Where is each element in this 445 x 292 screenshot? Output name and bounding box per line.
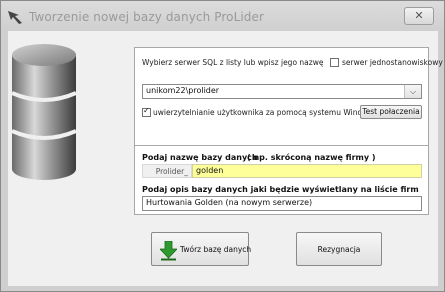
create-database-label: Twórz bazę danych (180, 245, 252, 254)
db-desc-prompt: Podaj opis bazy danych jaki będzie wyświ… (142, 185, 419, 194)
db-prefix: Prolider_ (155, 167, 188, 176)
check-icon: ✓ (143, 106, 150, 115)
title-bar[interactable]: Tworzenie nowej bazy danych ProLider ✕ (1, 1, 444, 31)
standalone-label: serwer jednostanowiskowy (342, 58, 443, 67)
cancel-label: Rezygnacja (317, 245, 361, 254)
db-prefix-box: Prolider_ (142, 164, 192, 178)
server-panel: Wybierz serwer SQL z listy lub wpisz jeg… (134, 47, 443, 157)
close-button[interactable]: ✕ (404, 7, 434, 25)
db-name-prompt: Podaj nazwę bazy danych (142, 153, 258, 162)
server-dropdown-button[interactable]: ⌵ (404, 85, 421, 98)
database-panel: Podaj nazwę bazy danych ( np. skróconą n… (134, 145, 429, 215)
chevron-down-icon: ⌵ (409, 87, 417, 96)
windows-auth-checkbox[interactable]: ✓ (142, 106, 151, 117)
wing-arrow-icon (8, 11, 22, 24)
test-connection-button[interactable]: Test połaczenia (360, 105, 422, 119)
db-name-input[interactable]: golden (192, 164, 422, 178)
database-cylinder-icon (11, 44, 77, 180)
dialog-body: Wybierz serwer SQL z listy lub wpisz jeg… (8, 31, 443, 286)
db-desc-value: Hurtowania Golden (na nowym serwerze) (146, 198, 313, 207)
dialog-window: Tworzenie nowej bazy danych ProLider ✕ W… (0, 0, 445, 292)
db-desc-input[interactable]: Hurtowania Golden (na nowym serwerze) (142, 196, 422, 211)
create-database-button[interactable]: Twórz bazę danych (151, 232, 252, 266)
server-combo[interactable]: unikom22\prolider ⌵ (142, 84, 422, 99)
db-name-hint: ( np. skróconą nazwę firmy ) (247, 153, 376, 162)
test-connection-label: Test połaczenia (362, 107, 420, 116)
cancel-button[interactable]: Rezygnacja (296, 232, 382, 266)
window-title: Tworzenie nowej bazy danych ProLider (29, 10, 265, 24)
server-value: unikom22\prolider (146, 86, 220, 95)
windows-auth-label: uwierzytelnianie użytkownika za pomocą s… (153, 108, 377, 117)
db-name-value: golden (196, 166, 224, 175)
green-down-arrow-icon (160, 241, 177, 261)
close-icon: ✕ (414, 9, 424, 22)
standalone-checkbox[interactable] (330, 58, 339, 67)
server-prompt-label: Wybierz serwer SQL z listy lub wpisz jeg… (142, 58, 324, 67)
